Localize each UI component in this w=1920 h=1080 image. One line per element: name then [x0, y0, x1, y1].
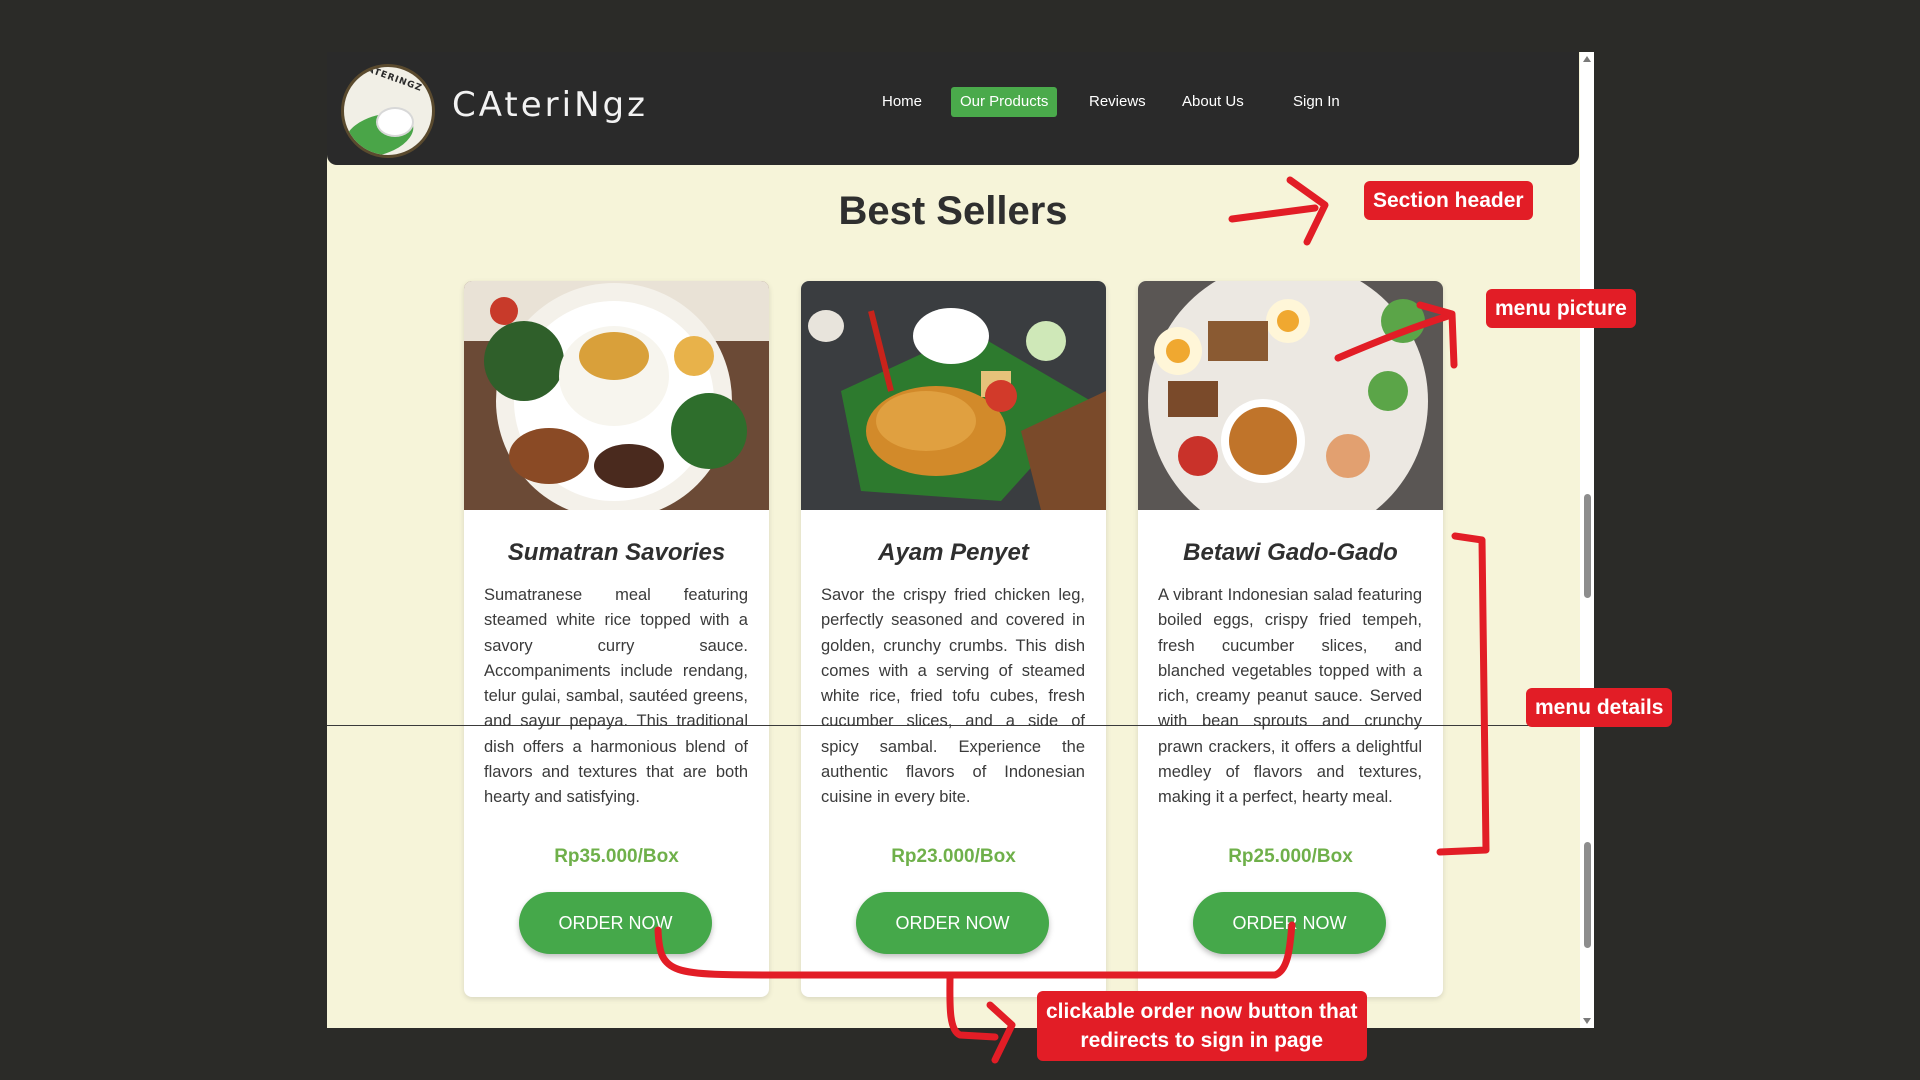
annotation-menu-picture: menu picture — [1486, 289, 1636, 328]
annotation-menu-details: menu details — [1526, 688, 1673, 727]
annotation-order-button: clickable order now button that redirect… — [1037, 991, 1367, 1061]
annotation-order-button-line1: clickable order now button that — [1046, 1000, 1358, 1023]
annotation-order-button-line2: redirects to sign in page — [1080, 1029, 1324, 1052]
annotation-arrows — [654, 176, 1490, 1064]
annotation-section-header: Section header — [1364, 181, 1533, 220]
